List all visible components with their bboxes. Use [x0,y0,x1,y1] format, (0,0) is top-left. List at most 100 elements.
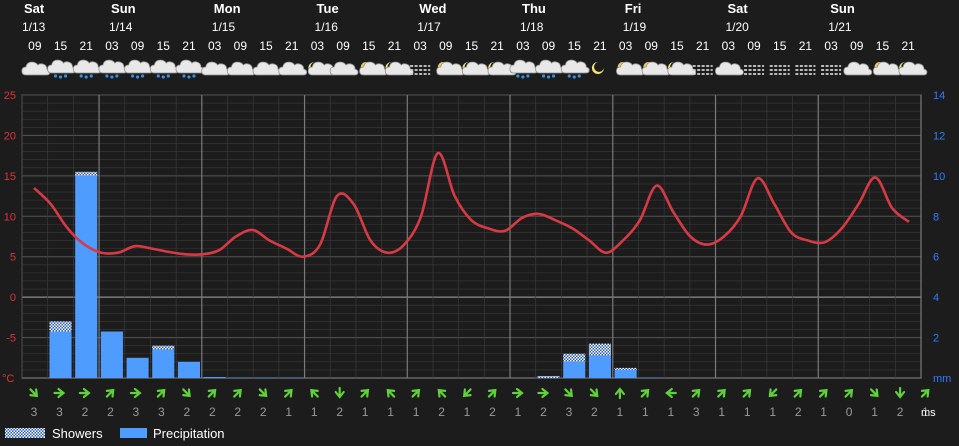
wind-speed: 2 [489,405,496,419]
y-left-tick: 20 [4,130,16,142]
day-date: 1/19 [623,20,647,34]
wind-speed: 1 [744,405,751,419]
wind-speed: 1 [871,405,878,419]
day-date: 1/13 [22,20,46,34]
wind-arrow-icon [818,388,828,398]
cloud-shape [560,59,590,74]
moon-shape [591,62,604,74]
wind-arrow-icon [182,388,191,398]
showers-bar [152,345,175,350]
arrow-shape [310,388,319,398]
wind-arrow-icon [793,388,803,398]
partly-cloudy-day-icon [872,61,902,76]
wind-arrow-icon [156,388,166,398]
wind-speed: 2 [591,405,598,419]
hour-label: 03 [311,39,325,53]
arrow-shape [29,388,39,398]
y-left-tick: 10 [4,211,16,223]
raindrop [130,74,135,78]
rain-icon [47,59,76,79]
y-left-tick: 5 [10,252,16,264]
wind-arrow-icon [894,386,906,399]
rain-icon [175,59,205,79]
hour-label: 15 [568,39,582,53]
hour-label: 09 [439,39,453,53]
hour-label: 03 [824,39,838,53]
arrow-shape [233,388,242,398]
wind-arrow-icon [310,388,319,398]
cloud-shape [201,61,231,76]
y-right-tick: 4 [933,292,939,304]
cloud-shape [175,59,205,74]
hour-label: 03 [619,39,633,53]
precipitation-bar [614,369,637,378]
cloud-shape [509,59,539,74]
wind-speed: 3 [31,405,38,419]
wind-speed: 2 [183,405,190,419]
showers-bar [49,321,72,332]
wind-speed: 2 [234,405,241,419]
fog-icon [744,65,765,75]
arrow-shape [768,388,778,398]
hour-label: 15 [773,39,787,53]
wind-speed: 1 [362,405,369,419]
wind-speed: 2 [82,405,89,419]
day-date: 1/21 [828,20,852,34]
wind-speed: 2 [897,405,904,419]
wind-speed: 2 [107,405,114,419]
cloud-shape [329,61,359,76]
precipitation-bar [563,361,586,378]
arrow-shape [920,388,930,398]
arrow-shape [691,388,701,398]
wind-speed: 2 [209,405,216,419]
plot-area [21,94,922,379]
cloudy-icon [714,61,744,76]
partly-cloudy-night-icon [667,61,697,76]
wind-speed: 1 [820,405,827,419]
wind-arrow-icon [53,387,66,399]
y-right-tick: 8 [933,211,939,223]
hour-label: 15 [259,39,273,53]
showers-bar [537,375,560,378]
hour-label: 15 [670,39,684,53]
wind-speed: 1 [769,405,776,419]
y-left-unit: °C [2,373,14,385]
day-name: Tue [317,1,339,16]
arrow-shape [487,388,497,398]
cloud-shape [47,59,76,74]
wind-arrow-icon [129,387,142,399]
showers-bar [614,367,637,370]
rain-icon [98,59,128,79]
raindrop [182,74,186,78]
raindrop [516,74,520,78]
partly-cloudy-day-icon [616,61,645,76]
hour-label: 15 [465,39,479,53]
day-date: 1/18 [520,20,544,34]
day-name: Sat [728,1,749,16]
arrow-shape [818,388,828,398]
precipitation-bar [177,361,201,378]
day-date: 1/16 [315,20,339,34]
y-left-tick: -5 [6,333,16,345]
day-date: 1/14 [109,20,133,34]
wind-arrow-icon [537,387,550,399]
arrow-shape [793,388,803,398]
wind-arrow-icon [589,388,599,398]
hour-label: 09 [645,39,659,53]
wind-speed: 3 [133,405,140,419]
cloud-shape [667,61,697,76]
legend-swatch-showers [5,428,45,438]
raindrop [105,74,109,78]
raindrop [140,74,145,78]
wind-arrow-icon [437,388,447,398]
legend-label-precipitation: Precipitation [153,426,225,441]
precipitation-bar [49,331,72,378]
hour-label: 21 [182,39,196,53]
arrow-shape [386,388,396,398]
rain-icon [72,59,102,79]
arrow-shape [537,387,550,399]
arrow-shape [894,386,906,399]
raindrop [79,74,83,78]
wind-speed: 1 [413,405,420,419]
hour-label: 09 [28,39,42,53]
